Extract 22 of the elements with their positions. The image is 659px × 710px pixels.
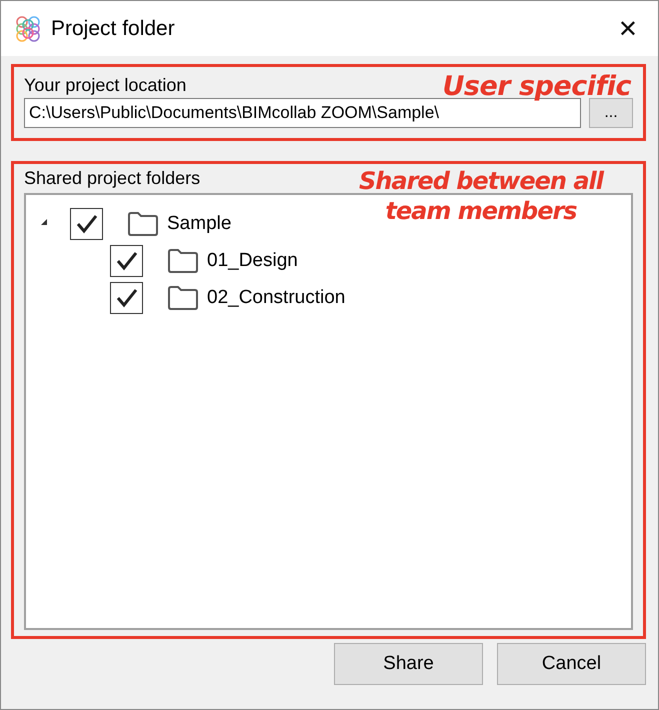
window-title: Project folder [51, 16, 176, 40]
checkmark-icon [116, 250, 138, 270]
dialog-button[interactable]: Share [334, 643, 483, 685]
folder-icon [127, 210, 159, 236]
checkbox[interactable] [110, 282, 143, 314]
expand-arrow-icon[interactable] [40, 218, 48, 226]
checkbox[interactable] [110, 244, 143, 276]
browse-button[interactable]: ... [589, 98, 633, 128]
logo-icon [15, 16, 41, 42]
location-label: Your project location [24, 75, 186, 96]
dialog-button[interactable]: Cancel [497, 643, 646, 685]
checkbox[interactable] [70, 208, 103, 240]
annotation-text: Shared between all team members [358, 166, 605, 226]
folder-name[interactable]: 01_Design [207, 250, 298, 272]
checkmark-icon [116, 288, 138, 308]
folder-name[interactable]: Sample [167, 212, 232, 234]
checkmark-icon [76, 214, 98, 234]
shared-label: Shared project folders [24, 168, 200, 189]
close-button[interactable]: ✕ [612, 14, 644, 42]
folder-name[interactable]: 02_Construction [207, 286, 346, 308]
folder-icon [167, 284, 199, 310]
folder-icon [167, 248, 199, 274]
